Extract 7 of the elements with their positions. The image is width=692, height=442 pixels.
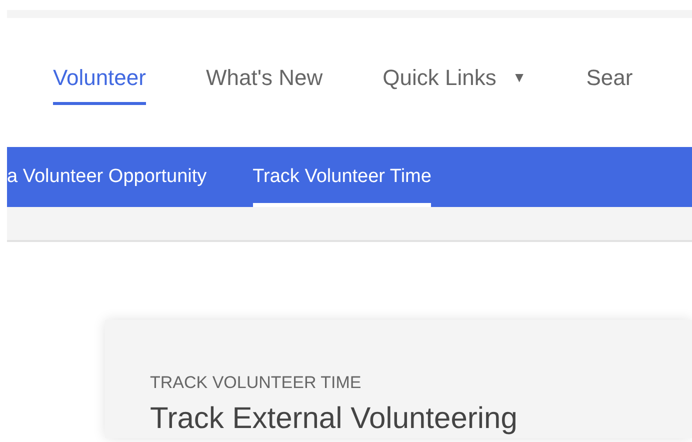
subnav-tab[interactable]: a Volunteer Opportunity xyxy=(7,147,207,207)
nav-link[interactable]: What's New xyxy=(206,60,323,104)
page-heading: Track External Volunteering xyxy=(150,402,518,434)
section-label: TRACK VOLUNTEER TIME xyxy=(150,372,362,394)
nav-link[interactable]: Sear xyxy=(586,60,633,104)
nav-dropdown[interactable]: Quick Links ▼ xyxy=(382,60,526,104)
nav-link[interactable]: Volunteer xyxy=(53,60,146,104)
